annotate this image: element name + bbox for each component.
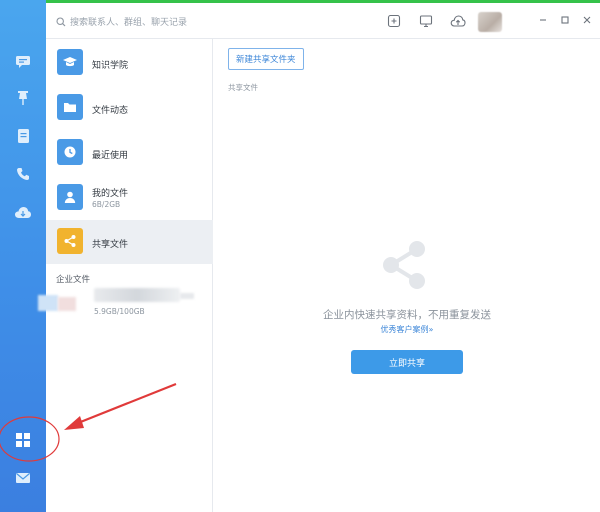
title-bar: 搜索联系人、群组、聊天记录 bbox=[46, 3, 600, 39]
screen-icon[interactable] bbox=[418, 13, 434, 29]
share-now-button[interactable]: 立即共享 bbox=[351, 350, 463, 374]
chat-icon[interactable] bbox=[13, 52, 33, 72]
enterprise-logo-blurred bbox=[38, 295, 58, 311]
search-box[interactable]: 搜索联系人、群组、聊天记录 bbox=[56, 11, 226, 31]
new-shared-folder-button[interactable]: 新建共享文件夹 bbox=[228, 48, 304, 70]
list-item-label: 共享文件 bbox=[92, 240, 129, 250]
graduation-cap-icon bbox=[57, 49, 83, 75]
empty-state-title: 企业内快速共享资料，不用重复发送 bbox=[323, 309, 491, 321]
left-nav-rail bbox=[0, 0, 46, 512]
search-input[interactable]: 搜索联系人、群组、聊天记录 bbox=[70, 15, 187, 28]
share-icon bbox=[57, 228, 83, 254]
shared-files-pane: 新建共享文件夹 共享文件 企业内快速共享资料，不用重复发送 优秀客户案例» 立即… bbox=[214, 39, 600, 512]
pin-icon[interactable] bbox=[13, 88, 33, 108]
maximize-icon[interactable] bbox=[558, 13, 572, 27]
phone-icon[interactable] bbox=[13, 164, 33, 184]
enterprise-logo-blurred-2 bbox=[58, 297, 76, 311]
cloud-icon[interactable] bbox=[13, 202, 33, 222]
mail-icon[interactable] bbox=[13, 468, 33, 488]
list-item-label: 知识学院 bbox=[92, 61, 129, 71]
breadcrumb: 共享文件 bbox=[228, 83, 258, 92]
empty-share-icon bbox=[377, 237, 433, 293]
enterprise-section-label: 企业文件 bbox=[56, 275, 91, 285]
list-item-label: 文件动态 bbox=[92, 106, 129, 116]
clock-icon bbox=[57, 139, 83, 165]
list-item-shared-files[interactable]: 共享文件 bbox=[46, 220, 213, 264]
list-item-file-activity[interactable]: 文件动态 bbox=[46, 86, 213, 130]
avatar[interactable] bbox=[478, 12, 502, 32]
list-item-knowledge-academy[interactable]: 知识学院 bbox=[46, 41, 213, 85]
list-item-label: 我的文件 bbox=[92, 189, 129, 199]
apps-grid-icon[interactable] bbox=[13, 430, 33, 450]
enterprise-name-blurred[interactable] bbox=[94, 288, 180, 302]
file-category-list: 知识学院 文件动态 最近使用 我的文件 6B/2GB 共享文件 企业文件 5.9… bbox=[38, 39, 213, 512]
search-icon bbox=[56, 12, 66, 31]
list-item-label: 最近使用 bbox=[92, 151, 129, 161]
minimize-icon[interactable] bbox=[536, 13, 550, 27]
cloud-upload-icon[interactable] bbox=[450, 13, 466, 29]
new-chat-icon[interactable] bbox=[386, 13, 402, 29]
list-item-recent[interactable]: 最近使用 bbox=[46, 131, 213, 175]
close-icon[interactable] bbox=[580, 13, 594, 27]
enterprise-badge-blurred bbox=[180, 293, 194, 299]
document-icon[interactable] bbox=[13, 126, 33, 146]
folder-icon bbox=[57, 94, 83, 120]
storage-usage: 6B/2GB bbox=[92, 200, 121, 209]
user-icon bbox=[57, 184, 83, 210]
enterprise-storage-usage: 5.9GB/100GB bbox=[94, 307, 145, 316]
customer-cases-link[interactable]: 优秀客户案例» bbox=[214, 324, 600, 335]
list-item-my-files[interactable]: 我的文件 6B/2GB bbox=[46, 176, 213, 220]
